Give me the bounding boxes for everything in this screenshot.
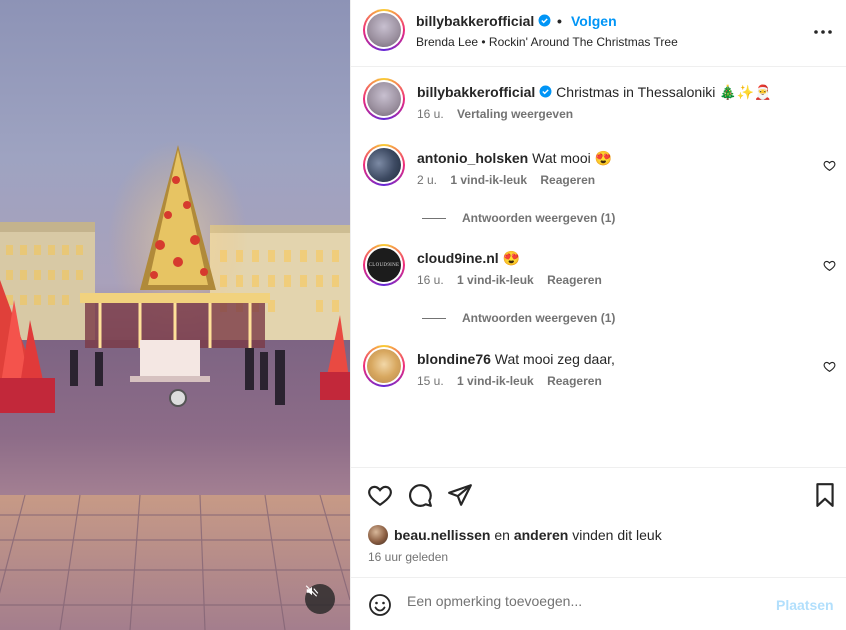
view-replies-button[interactable]: Antwoorden weergeven (1) [422,311,615,325]
post-actions-section: beau.nellissen en anderen vinden dit leu… [351,467,846,577]
translate-link[interactable]: Vertaling weergeven [457,107,573,121]
reply-button[interactable]: Reageren [540,173,595,187]
comment-body: Wat mooi zeg daar, [494,351,615,367]
comment-composer: Plaatsen [351,577,846,630]
speaker-muted-icon [305,585,319,597]
paper-plane-icon[interactable] [447,482,473,508]
liker-avatar[interactable] [368,525,388,545]
reply-button[interactable]: Reageren [547,273,602,287]
post-media-video[interactable] [0,0,350,630]
separator-dot: • [557,13,562,29]
post-comment-button[interactable]: Plaatsen [776,597,834,613]
comment-username[interactable]: antonio_holsken [417,150,528,166]
commenter-avatar[interactable]: CLOUD9INE [363,244,405,286]
follow-button[interactable]: Volgen [571,13,617,29]
comment-body: 😍 [502,250,521,266]
comment-text: blondine76 Wat mooi zeg daar, [417,350,807,368]
replies-line [422,318,446,320]
commenter-avatar[interactable] [363,345,405,387]
heart-icon[interactable] [823,159,836,172]
comment-meta: 16 u. 1 vind-ik-leuk Reageren [417,273,612,287]
post-timestamp[interactable]: 16 uur geleden [368,550,448,564]
caption-body: Christmas in Thessaloniki 🎄✨🎅 [556,84,772,100]
avatar-logo-text: CLOUD9INE [368,262,400,268]
bookmark-icon[interactable] [812,482,838,508]
audio-track-link[interactable]: Brenda Lee • Rockin' Around The Christma… [416,35,678,49]
mute-toggle-button[interactable] [305,584,335,614]
view-replies-button[interactable]: Antwoorden weergeven (1) [422,211,615,225]
caption-author-avatar[interactable] [363,78,405,120]
comment-username[interactable]: cloud9ine.nl [417,250,499,266]
heart-icon[interactable] [823,259,836,272]
commenter-avatar[interactable] [363,144,405,186]
smiley-icon[interactable] [368,593,392,617]
comment-time[interactable]: 2 u. [417,173,437,187]
heart-icon[interactable] [367,482,393,508]
christmas-square-scene [0,140,350,630]
author-avatar[interactable] [363,9,405,51]
verified-badge-icon [538,14,551,27]
post-header: billybakkerofficial • Volgen Brenda Lee … [351,0,846,67]
caption-text: billybakkerofficial Christmas in Thessal… [417,83,807,101]
verified-badge-icon [539,85,552,98]
comment-likes[interactable]: 1 vind-ik-leuk [457,273,534,287]
comment-meta: 2 u. 1 vind-ik-leuk Reageren [417,173,605,187]
comment-text: cloud9ine.nl 😍 [417,249,807,267]
comment-likes[interactable]: 1 vind-ik-leuk [457,374,534,388]
comment-input[interactable] [407,593,767,609]
comment-time[interactable]: 16 u. [417,273,444,287]
reply-button[interactable]: Reageren [547,374,602,388]
comment-body: Wat mooi 😍 [532,150,613,166]
others-link[interactable]: anderen [514,527,568,543]
caption-username[interactable]: billybakkerofficial [417,84,535,100]
comment-meta: 15 u. 1 vind-ik-leuk Reageren [417,374,612,388]
comment-time[interactable]: 15 u. [417,374,444,388]
caption-time[interactable]: 16 u. [417,107,444,121]
comment-likes[interactable]: 1 vind-ik-leuk [450,173,527,187]
post-details-panel: billybakkerofficial • Volgen Brenda Lee … [350,0,846,630]
comment-bubble-icon[interactable] [407,482,433,508]
comment-username[interactable]: blondine76 [417,351,491,367]
likes-summary: beau.nellissen en anderen vinden dit leu… [368,525,662,545]
comment-text: antonio_holsken Wat mooi 😍 [417,149,807,167]
replies-line [422,218,446,220]
liker-username[interactable]: beau.nellissen [394,527,490,543]
author-username[interactable]: billybakkerofficial [416,13,551,29]
caption-meta: 16 u. Vertaling weergeven [417,107,583,121]
heart-icon[interactable] [823,360,836,373]
more-options-icon[interactable] [811,20,835,44]
